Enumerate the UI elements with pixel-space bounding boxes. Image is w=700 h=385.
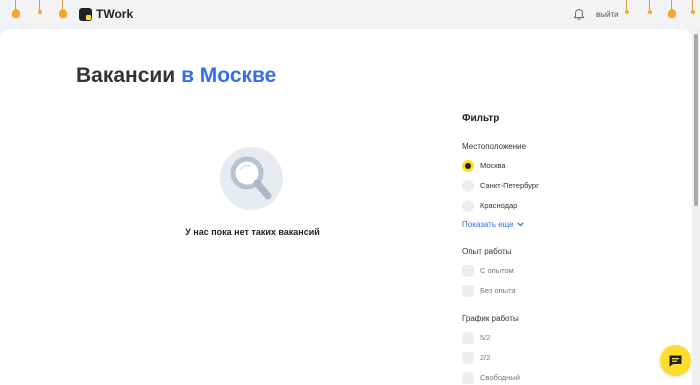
option-label: Санкт-Петербург: [480, 181, 539, 190]
ornament-icon: [665, 0, 679, 22]
ornament-icon: [9, 0, 23, 22]
option-label: С опытом: [480, 266, 514, 275]
schedule-option-free[interactable]: Свободный: [462, 372, 582, 384]
option-label: Москва: [480, 161, 506, 170]
ornament-icon: [620, 0, 634, 22]
location-group-title: Местоположение: [462, 142, 527, 151]
radio-selected[interactable]: [462, 160, 474, 172]
chat-icon: [669, 355, 682, 367]
brand-name[interactable]: TWork: [96, 7, 133, 21]
location-option-spb[interactable]: Санкт-Петербург: [462, 180, 582, 192]
page-title: Вакансии в Москве: [76, 64, 276, 88]
show-more-label: Показать еще: [462, 220, 514, 229]
ornament-icon: [56, 0, 70, 22]
checkbox[interactable]: [462, 352, 474, 364]
ornament-icon: [686, 0, 700, 22]
top-bar: TWork выйти: [0, 0, 700, 29]
bell-icon[interactable]: [573, 8, 585, 21]
location-option-krasnodar[interactable]: Краснодар: [462, 200, 582, 212]
option-label: 2/2: [480, 353, 491, 362]
schedule-group-title: График работы: [462, 314, 519, 323]
experience-option-without[interactable]: Без опыта: [462, 285, 582, 297]
radio[interactable]: [462, 180, 474, 192]
ornament-icon: [33, 0, 47, 22]
schedule-option-5-2[interactable]: 5/2: [462, 332, 582, 344]
checkbox[interactable]: [462, 265, 474, 277]
experience-option-with[interactable]: С опытом: [462, 265, 582, 277]
experience-group-title: Опыт работы: [462, 247, 512, 256]
location-option-moscow[interactable]: Москва: [462, 160, 582, 172]
scrollbar-thumb[interactable]: [694, 34, 698, 206]
magnifier-icon: [220, 147, 283, 210]
chevron-down-icon: [517, 222, 524, 227]
checkbox[interactable]: [462, 285, 474, 297]
show-more-link[interactable]: Показать еще: [462, 220, 524, 229]
logout-link[interactable]: выйти: [596, 10, 619, 19]
option-label: 5/2: [480, 333, 491, 342]
empty-state-message: У нас пока нет таких вакансий: [185, 227, 320, 237]
option-label: Краснодар: [480, 201, 518, 210]
schedule-option-2-2[interactable]: 2/2: [462, 352, 582, 364]
chat-button[interactable]: [660, 345, 691, 376]
checkbox[interactable]: [462, 372, 474, 384]
ornament-icon: [643, 0, 657, 22]
page-title-main: Вакансии: [76, 64, 176, 87]
option-label: Свободный: [480, 373, 520, 382]
filter-title: Фильтр: [462, 113, 500, 124]
radio[interactable]: [462, 200, 474, 212]
logo-icon[interactable]: [79, 8, 92, 21]
option-label: Без опыта: [480, 286, 516, 295]
page-title-city: в Москве: [181, 64, 277, 87]
checkbox[interactable]: [462, 332, 474, 344]
